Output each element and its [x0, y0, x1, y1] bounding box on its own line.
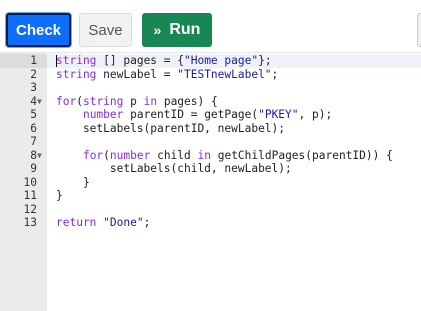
line-number-text: 13 [23, 216, 37, 229]
code-text: setLabels(parentID, newLabel); [56, 121, 286, 135]
line-number: 11 [0, 189, 47, 203]
code-line[interactable]: 10 } [0, 176, 421, 190]
check-button-label: Check [15, 21, 62, 39]
line-number-text: 6 [30, 121, 37, 135]
keyword: number [82, 108, 124, 121]
string-literal: "Home page" [183, 54, 259, 67]
line-number: 4 ▼ [0, 95, 47, 109]
line-number: 2 [0, 68, 47, 82]
code-text: number parentID = getPage("PKEY", p); [82, 108, 333, 121]
fold-arrow-icon[interactable]: ▼ [37, 149, 42, 163]
keyword: for [82, 148, 104, 162]
text-cursor [56, 55, 57, 67]
keyword: return [56, 216, 97, 229]
toolbar-overflow-button[interactable] [417, 13, 421, 47]
run-button[interactable]: » Run [142, 13, 212, 47]
double-chevron-right-icon: » [153, 22, 162, 38]
keyword: for [56, 94, 77, 108]
code-line[interactable]: 2 string newLabel = "TESTnewLabel"; [0, 68, 421, 82]
line-number-text: 5 [30, 108, 37, 121]
keyword: in [197, 148, 211, 162]
keyword: string [82, 94, 124, 108]
line-number: 9 [0, 162, 47, 176]
line-number: 3 [0, 81, 47, 95]
code-line[interactable]: 3 [0, 81, 421, 95]
line-number: 13 [0, 216, 47, 230]
save-button[interactable]: Save [79, 13, 132, 47]
line-number-text: 12 [23, 202, 37, 216]
keyword: string [56, 54, 97, 67]
line-number-text: 4 [30, 94, 37, 108]
keyword: string [56, 67, 97, 81]
code-line[interactable]: 5 number parentID = getPage("PKEY", p); [0, 108, 421, 122]
line-number: 6 [0, 122, 47, 136]
keyword: in [143, 94, 158, 108]
line-number: 1 [0, 54, 47, 68]
line-number-text: 1 [30, 54, 37, 67]
code-line[interactable]: 9 setLabels(child, newLabel); [0, 162, 421, 176]
line-number-text: 10 [23, 175, 37, 189]
line-number: 8 ▼ [0, 149, 47, 163]
keyword: number [109, 148, 151, 162]
string-literal: "Done" [103, 216, 144, 229]
line-number: 12 [0, 203, 47, 217]
code-text: return "Done"; [56, 216, 151, 229]
code-line[interactable]: 1 string [] pages = {"Home page"}; [0, 54, 421, 68]
code-line[interactable]: 7 [0, 135, 421, 149]
code-text: setLabels(child, newLabel); [56, 162, 292, 175]
line-number-text: 8 [30, 148, 37, 162]
line-number-text: 3 [30, 81, 37, 94]
code-line[interactable]: 13 return "Done"; [0, 216, 421, 230]
line-number-text: 11 [23, 189, 37, 202]
fold-arrow-icon[interactable]: ▼ [37, 95, 42, 109]
code-text: for(string p in pages) { [56, 94, 218, 108]
save-button-label: Save [88, 21, 123, 39]
code-editor[interactable]: 1 string [] pages = {"Home page"}; 2 string… [0, 52, 421, 311]
check-button[interactable]: Check [6, 13, 71, 47]
toolbar: Check Save » Run [0, 0, 421, 52]
line-number: 10 [0, 176, 47, 190]
string-literal: "PKEY" [258, 108, 299, 121]
code-text: for(number child in getChildPages(parent… [82, 148, 393, 162]
line-number: 7 [0, 135, 47, 149]
code-line[interactable]: 6 setLabels(parentID, newLabel); [0, 122, 421, 136]
code-text: } [56, 189, 63, 202]
string-literal: "TESTnewLabel" [177, 67, 272, 81]
run-button-label: Run [169, 21, 201, 38]
code-line[interactable]: 8 ▼ for(number child in getChildPages(par… [0, 149, 421, 163]
line-number: 5 [0, 108, 47, 122]
code-line[interactable]: 4 ▼ for(string p in pages) { [0, 95, 421, 109]
code-line[interactable]: 12 [0, 203, 421, 217]
code-line[interactable]: 11} [0, 189, 421, 203]
code-text: string [] pages = {"Home page"}; [56, 54, 272, 67]
line-number-text: 7 [30, 135, 37, 148]
line-number-text: 2 [30, 67, 37, 81]
code-text: } [56, 175, 90, 189]
line-number-text: 9 [30, 162, 37, 175]
code-text: string newLabel = "TESTnewLabel"; [56, 67, 279, 81]
